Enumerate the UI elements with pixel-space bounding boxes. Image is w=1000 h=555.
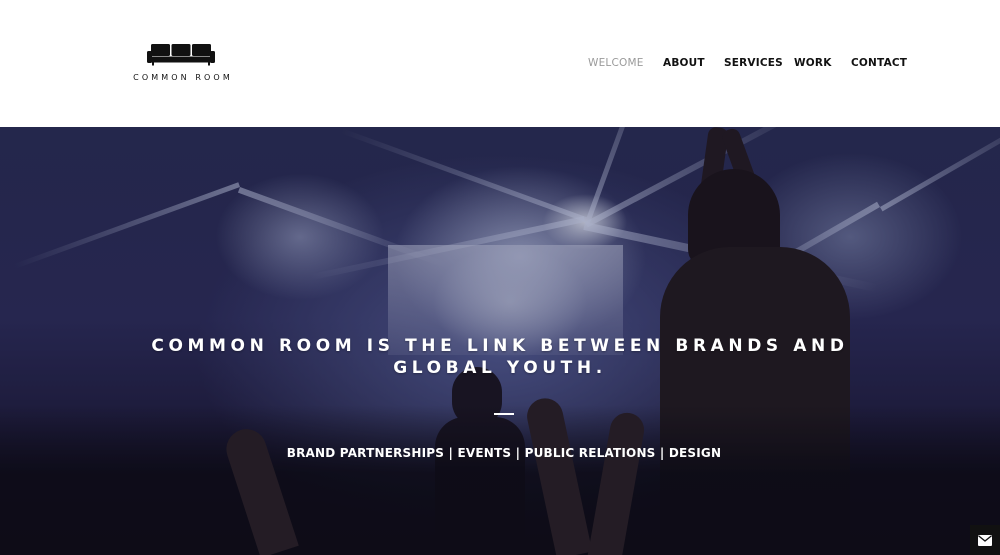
nav-item-welcome[interactable]: WELCOME: [588, 57, 644, 69]
site-header: COMMON ROOM WELCOME ABOUT SERVICES WORK …: [0, 0, 1000, 127]
hero-title: COMMON ROOM IS THE LINK BETWEEN BRANDS A…: [151, 336, 849, 378]
envelope-icon: [978, 534, 992, 546]
hero-subtitle: BRAND PARTNERSHIPS | EVENTS | PUBLIC REL…: [286, 446, 722, 460]
hero-divider: [494, 413, 514, 415]
nav-item-contact[interactable]: CONTACT: [851, 57, 907, 69]
logo[interactable]: COMMON ROOM: [133, 42, 233, 84]
sofa-icon: [147, 44, 215, 66]
nav-item-services[interactable]: SERVICES: [724, 57, 783, 69]
nav-item-about[interactable]: ABOUT: [663, 57, 705, 69]
nav-item-work[interactable]: WORK: [794, 57, 832, 69]
brand-name: COMMON ROOM: [133, 73, 233, 82]
contact-mail-button[interactable]: [970, 525, 1000, 555]
hero-section: COMMON ROOM IS THE LINK BETWEEN BRANDS A…: [0, 127, 1000, 555]
